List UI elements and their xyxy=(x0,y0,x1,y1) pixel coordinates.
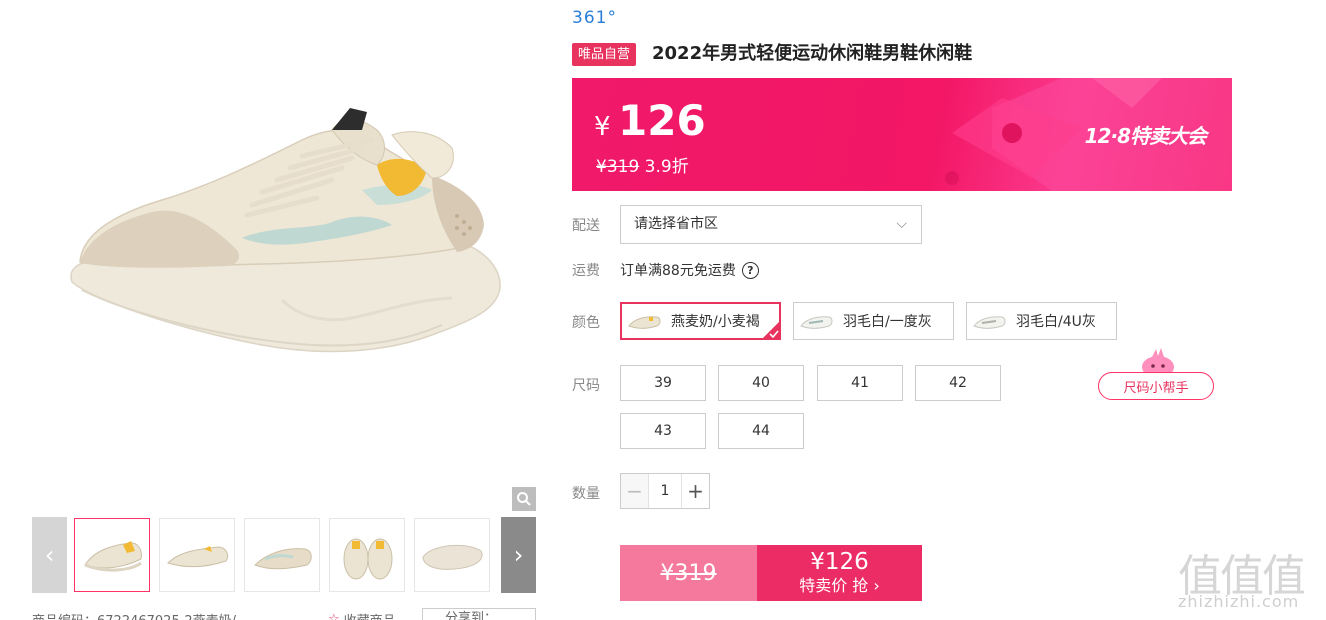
buy-sale-price: ¥126 xyxy=(810,549,869,575)
thumbnail-image xyxy=(343,538,393,580)
color-option-label: 羽毛白/4U灰 xyxy=(1016,314,1096,330)
self-operated-badge: 唯品自营 xyxy=(572,43,637,66)
color-option-label: 羽毛白/一度灰 xyxy=(843,314,932,330)
freight-text: 订单满88元免运费 xyxy=(620,263,736,279)
freight-label: 运费 xyxy=(572,263,600,279)
product-code: 商品编码：6722467025-2燕麦奶/ xyxy=(32,610,236,620)
thumbnail[interactable] xyxy=(329,518,405,592)
buy-original-price-box: ¥319 xyxy=(620,545,757,601)
product-title: 2022年男式轻便运动休闲鞋男鞋休闲鞋 xyxy=(652,43,973,64)
quantity-label: 数量 xyxy=(572,486,600,502)
thumbnail[interactable] xyxy=(414,518,490,592)
thumbnail-image xyxy=(84,541,142,572)
thumb-prev-button[interactable]: ‹ xyxy=(32,517,67,593)
help-icon[interactable]: ? xyxy=(741,261,759,279)
size-helper-label: 尺码小帮手 xyxy=(1098,372,1214,400)
size-option[interactable]: 41 xyxy=(817,365,903,401)
color-swatch-image xyxy=(800,316,833,329)
buy-sale-box: ¥126 特卖价 抢 › xyxy=(757,545,922,601)
star-icon: ☆ xyxy=(328,612,340,620)
favorite-label: 收藏商品 xyxy=(344,610,396,620)
discount-text: 3.9折 xyxy=(644,157,689,177)
chevron-down-icon: ⌵ xyxy=(896,216,907,232)
zoom-button[interactable] xyxy=(512,487,536,511)
thumbnail[interactable] xyxy=(244,518,320,592)
buy-action-text: 特卖价 抢 › xyxy=(799,576,880,595)
color-option[interactable]: 羽毛白/一度灰 xyxy=(793,302,954,340)
region-select[interactable]: 请选择省市区 ⌵ xyxy=(620,205,922,244)
quantity-stepper: − 1 + xyxy=(620,473,710,509)
size-option[interactable]: 39 xyxy=(620,365,706,401)
product-meta-row: 商品编码：6722467025-2燕麦奶/ ☆ 收藏商品 分享到： xyxy=(32,606,536,620)
thumbnail-image xyxy=(254,548,312,570)
size-option[interactable]: 44 xyxy=(718,413,804,449)
magnifier-icon xyxy=(517,492,531,506)
original-price: ¥319 xyxy=(596,157,640,177)
price-currency: ¥ xyxy=(594,112,611,142)
promo-logo: 12·8特卖大会 xyxy=(1084,124,1207,148)
brand-link[interactable]: 361° xyxy=(572,8,617,28)
color-option[interactable]: 燕麦奶/小麦褐 xyxy=(620,302,781,340)
favorite-link[interactable]: ☆ 收藏商品 xyxy=(328,610,396,620)
region-select-value: 请选择省市区 xyxy=(634,216,718,232)
thumbnail[interactable] xyxy=(74,518,150,592)
original-price-line: ¥319 3.9折 xyxy=(596,152,689,177)
thumbnail-strip: ‹ › xyxy=(32,517,536,593)
thumb-next-button[interactable]: › xyxy=(501,517,536,593)
buy-original-price: ¥319 xyxy=(660,560,717,586)
color-option[interactable]: 羽毛白/4U灰 xyxy=(966,302,1117,340)
color-option-label: 燕麦奶/小麦褐 xyxy=(671,314,760,330)
size-option[interactable]: 43 xyxy=(620,413,706,449)
size-option[interactable]: 42 xyxy=(915,365,1001,401)
thumbnail-image xyxy=(422,544,483,570)
chevron-right-icon: › xyxy=(513,541,524,569)
selected-check-icon xyxy=(762,321,780,339)
quantity-increase-button[interactable]: + xyxy=(681,474,709,508)
share-button[interactable]: 分享到： xyxy=(422,608,536,620)
shipping-label: 配送 xyxy=(572,218,600,234)
size-helper-button[interactable]: 尺码小帮手 xyxy=(1098,345,1214,401)
price-banner: ¥ 126 ¥319 3.9折 12·8特卖大会 xyxy=(572,78,1232,191)
size-label: 尺码 xyxy=(572,378,600,394)
plus-icon: + xyxy=(687,479,704,503)
quantity-decrease-button[interactable]: − xyxy=(621,474,649,508)
thumbnail[interactable] xyxy=(159,518,235,592)
quantity-input[interactable]: 1 xyxy=(649,474,681,508)
size-option[interactable]: 40 xyxy=(718,365,804,401)
sale-price: 126 xyxy=(618,96,706,145)
watermark-url: zhizhizhi.com xyxy=(1178,592,1300,611)
freight-info: 订单满88元免运费 ? xyxy=(620,260,759,280)
sneaker-image xyxy=(70,108,501,353)
buy-now-button[interactable]: ¥319 ¥126 特卖价 抢 › xyxy=(620,545,922,601)
color-label: 颜色 xyxy=(572,315,600,331)
minus-icon: − xyxy=(626,479,643,503)
main-product-image[interactable] xyxy=(32,0,536,512)
color-swatch-image xyxy=(628,316,661,329)
watermark: 值值值 zhizhizhi.com xyxy=(1176,540,1326,620)
chevron-left-icon: ‹ xyxy=(44,541,55,569)
thumbnail-image xyxy=(167,546,229,568)
color-swatch-image xyxy=(973,316,1006,329)
